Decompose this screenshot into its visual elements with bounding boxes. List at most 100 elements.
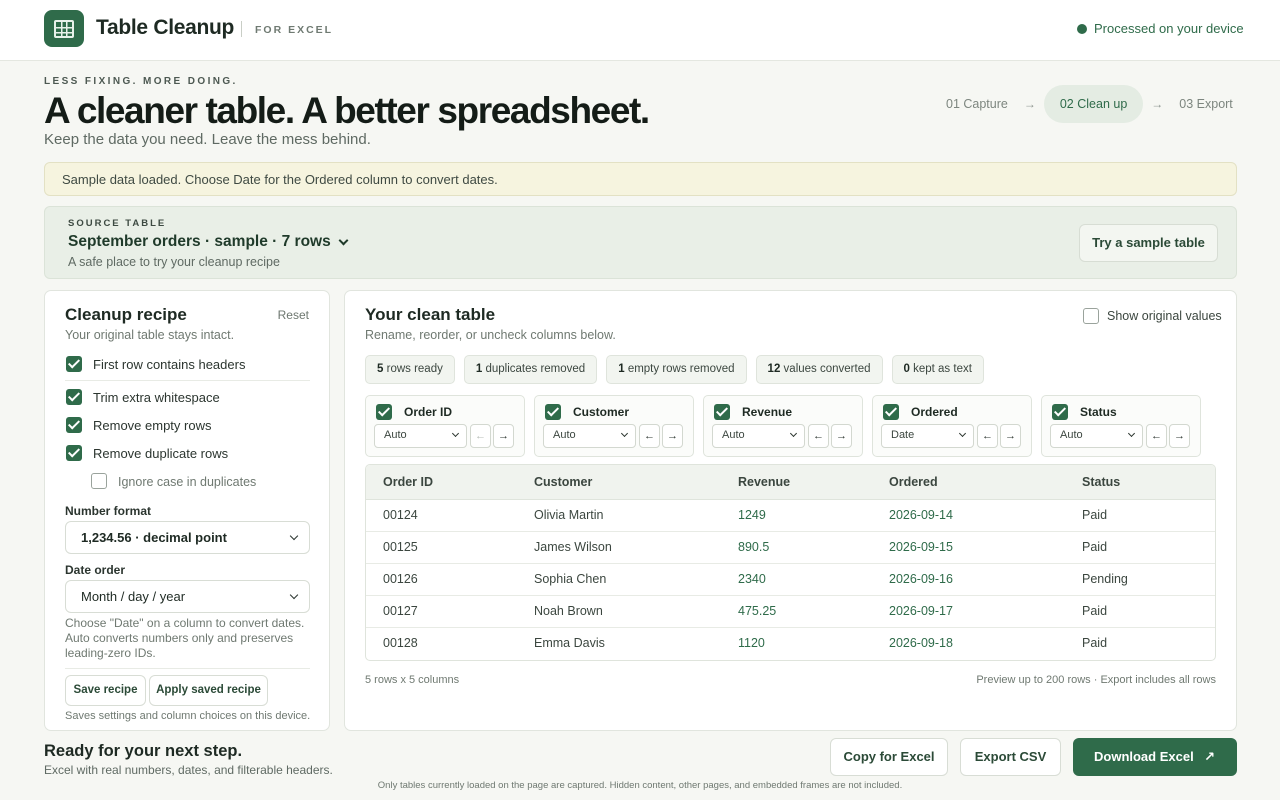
page-title: A cleaner table. A better spreadsheet. [44, 90, 650, 131]
app-title: Table Cleanup [96, 16, 235, 39]
column-name[interactable]: Status [1080, 405, 1117, 419]
column-name[interactable]: Revenue [742, 405, 792, 419]
source-eyebrow: SOURCE TABLE [68, 218, 167, 229]
cell: Paid [1082, 508, 1108, 522]
source-table-title: September orders · sample · 7 rows [68, 233, 331, 250]
stat-chip: 1 empty rows removed [606, 355, 747, 384]
hero-eyebrow: LESS FIXING. MORE DOING. [44, 76, 238, 87]
remove-duplicates-checkbox[interactable] [66, 445, 82, 461]
show-original-toggle[interactable]: Show original values [1083, 308, 1222, 324]
export-csv-button[interactable]: Export CSV [960, 738, 1061, 776]
move-right-button[interactable]: → [831, 424, 852, 448]
cell: 2026-09-14 [889, 508, 953, 522]
column-card-customer: Customer Auto ← → [534, 395, 694, 457]
page-subtitle: Keep the data you need. Leave the mess b… [44, 131, 371, 148]
step-clean-up[interactable]: 02 Clean up [1043, 85, 1144, 123]
capture-disclaimer: Only tables currently loaded on the page… [377, 780, 903, 791]
column-name[interactable]: Ordered [911, 405, 958, 419]
try-sample-button[interactable]: Try a sample table [1079, 224, 1218, 262]
save-recipe-button[interactable]: Save recipe [65, 675, 146, 706]
source-table-select[interactable]: September orders · sample · 7 rows [68, 233, 351, 251]
recipe-subtitle: Your original table stays intact. [65, 328, 235, 342]
chevron-down-icon [958, 429, 967, 438]
move-left-button[interactable]: ← [977, 424, 998, 448]
cell: 00125 [383, 540, 418, 554]
column-type-select[interactable]: Auto [712, 424, 805, 448]
move-right-button[interactable]: → [1000, 424, 1021, 448]
download-excel-button[interactable]: Download Excel ↗ [1073, 738, 1237, 776]
move-left-button[interactable]: ← [639, 424, 660, 448]
date-order-label: Date order [65, 563, 126, 577]
cell: 2026-09-16 [889, 572, 953, 586]
move-right-button[interactable]: → [1169, 424, 1190, 448]
column-card-order-id: Order ID Auto ← → [365, 395, 525, 457]
column-name[interactable]: Order ID [404, 405, 452, 419]
apply-recipe-button[interactable]: Apply saved recipe [149, 675, 268, 706]
cell: 00124 [383, 508, 418, 522]
divider [65, 380, 310, 381]
clean-table-title: Your clean table [365, 305, 496, 324]
cell: 00128 [383, 636, 418, 650]
move-left-button[interactable]: ← [808, 424, 829, 448]
move-right-button[interactable]: → [662, 424, 683, 448]
number-format-value: 1,234.56 · decimal point [81, 530, 227, 545]
cell: 00126 [383, 572, 418, 586]
processing-status: Processed on your device [1094, 21, 1244, 36]
column-type-select[interactable]: Auto [543, 424, 636, 448]
notice-banner: Sample data loaded. Choose Date for the … [44, 162, 1237, 196]
column-name[interactable]: Customer [573, 405, 629, 419]
table-header-row: Order ID Customer Revenue Ordered Status [366, 465, 1215, 500]
column-include-checkbox[interactable] [883, 404, 899, 420]
ready-subtitle: Excel with real numbers, dates, and filt… [44, 763, 333, 777]
source-table-panel: SOURCE TABLE September orders · sample ·… [44, 206, 1237, 279]
column-include-checkbox[interactable] [1052, 404, 1068, 420]
step-indicator: 01 Capture → 02 Clean up → 03 Export [938, 85, 1238, 123]
table-dimensions: 5 rows x 5 columns [365, 674, 460, 686]
date-order-value: Month / day / year [81, 589, 186, 604]
step-export[interactable]: 03 Export [1171, 97, 1241, 111]
trim-whitespace-checkbox[interactable] [66, 389, 82, 405]
recipe-title: Cleanup recipe [65, 305, 187, 324]
table-row: 00125 James Wilson 890.5 2026-09-15 Paid [366, 532, 1215, 564]
number-format-select[interactable]: 1,234.56 · decimal point [65, 521, 310, 554]
option-label: Trim extra whitespace [93, 390, 220, 405]
clean-table-subtitle: Rename, reorder, or uncheck columns belo… [365, 328, 616, 342]
ignore-case-checkbox[interactable] [91, 473, 107, 489]
date-order-select[interactable]: Month / day / year [65, 580, 310, 613]
chevron-down-icon [789, 429, 798, 438]
cell: 890.5 [738, 540, 770, 554]
stats-chips: 5 rows ready 1 duplicates removed 1 empt… [365, 355, 984, 384]
column-include-checkbox[interactable] [376, 404, 392, 420]
move-left-button[interactable]: ← [470, 424, 491, 448]
column-type-select[interactable]: Auto [374, 424, 467, 448]
copy-for-excel-button[interactable]: Copy for Excel [830, 738, 948, 776]
remove-empty-checkbox[interactable] [66, 417, 82, 433]
table-row: 00128 Emma Davis 1120 2026-09-18 Paid [366, 628, 1215, 660]
column-settings: Order ID Auto ← → Customer Auto ← → Reve… [365, 395, 1201, 457]
column-type-select[interactable]: Auto [1050, 424, 1143, 448]
show-original-label: Show original values [1107, 309, 1222, 323]
column-header: Customer [534, 475, 593, 489]
show-original-checkbox[interactable] [1083, 308, 1099, 324]
app-header: Table Cleanup FOR EXCEL Processed on you… [0, 0, 1280, 61]
chevron-down-icon [620, 429, 629, 438]
option-label: First row contains headers [93, 357, 246, 372]
status-dot-icon [1077, 24, 1087, 34]
step-arrow-icon: → [1151, 97, 1164, 111]
column-card-ordered: Ordered Date ← → [872, 395, 1032, 457]
cell: 1120 [738, 636, 765, 650]
column-include-checkbox[interactable] [545, 404, 561, 420]
preview-table: Order ID Customer Revenue Ordered Status… [365, 464, 1216, 661]
column-header: Ordered [889, 475, 938, 489]
move-left-button[interactable]: ← [1146, 424, 1167, 448]
column-card-revenue: Revenue Auto ← → [703, 395, 863, 457]
reset-button[interactable]: Reset [278, 308, 309, 322]
step-capture[interactable]: 01 Capture [938, 97, 1016, 111]
headers-checkbox[interactable] [66, 356, 82, 372]
column-type-select[interactable]: Date [881, 424, 974, 448]
table-row: 00126 Sophia Chen 2340 2026-09-16 Pendin… [366, 564, 1215, 596]
cell: 2340 [738, 572, 766, 586]
header-divider [241, 21, 242, 37]
column-include-checkbox[interactable] [714, 404, 730, 420]
move-right-button[interactable]: → [493, 424, 514, 448]
